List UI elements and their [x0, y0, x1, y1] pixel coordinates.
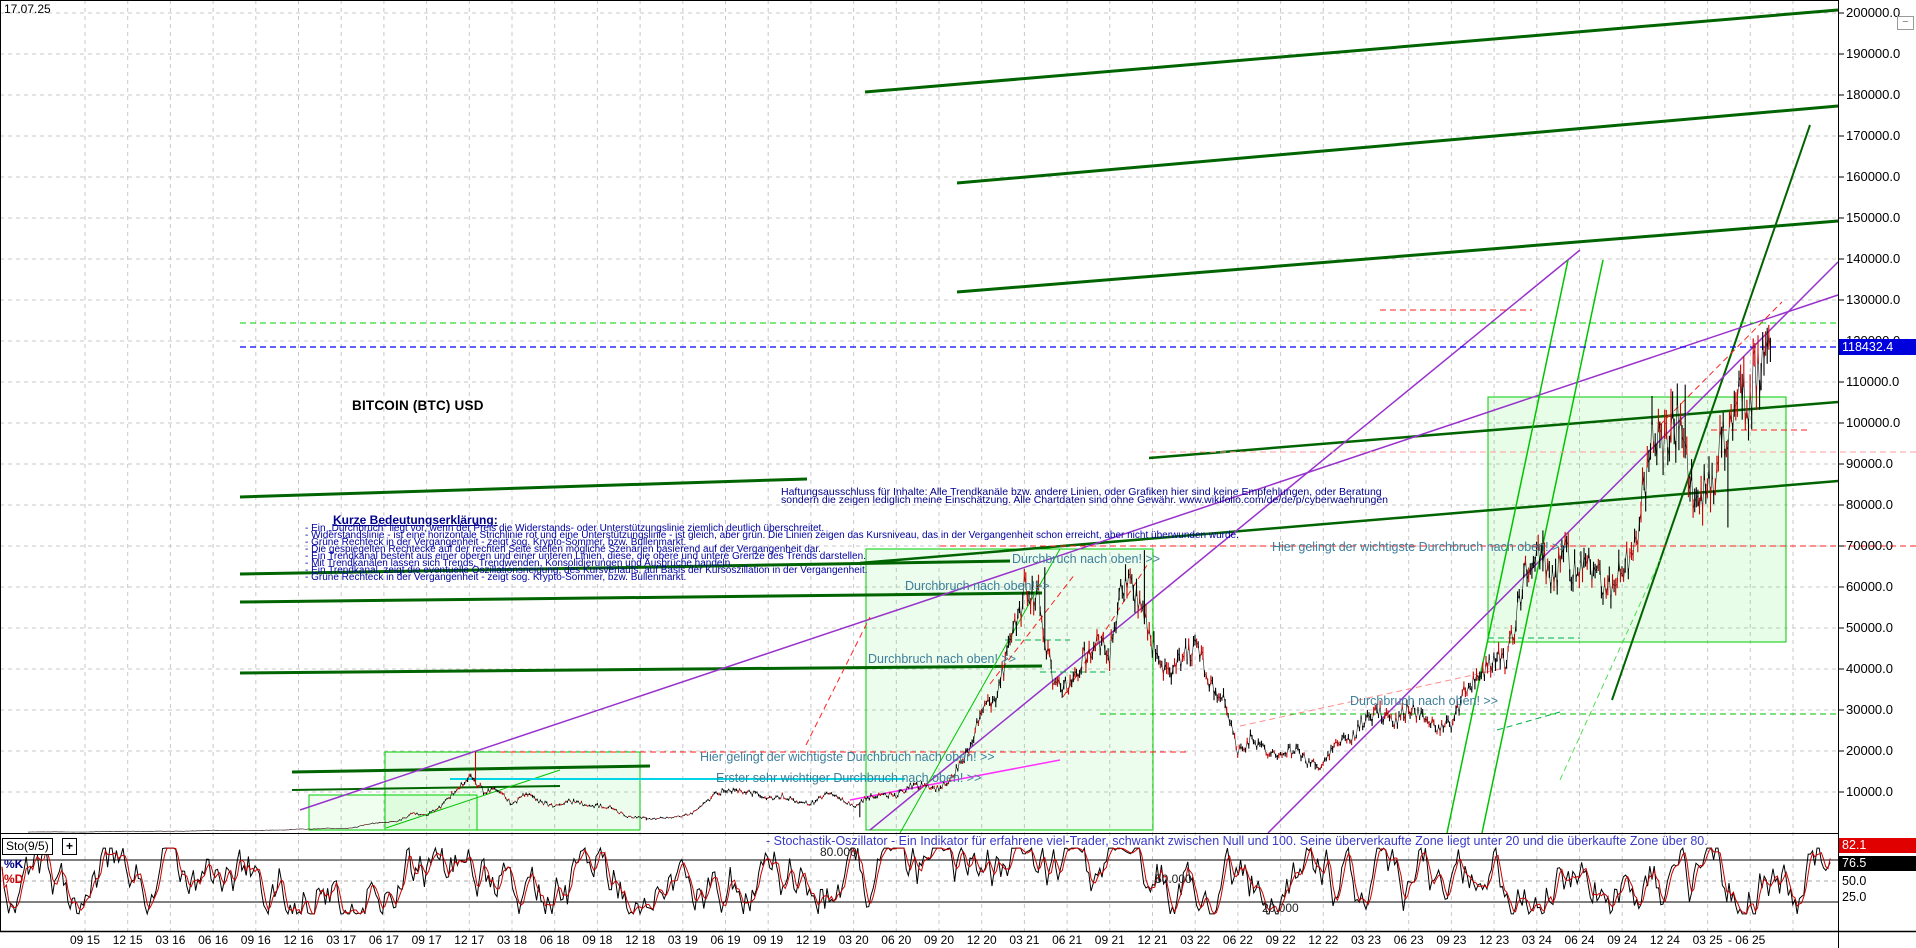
time-axis-label: 09 17 — [412, 933, 442, 947]
time-axis-label: 09 23 — [1436, 933, 1466, 947]
time-axis-label: 06 17 — [369, 933, 399, 947]
breakout-annotation: Hier gelingt der wichtigste Durchbruch n… — [700, 750, 995, 764]
stochastic-indicator-label[interactable]: Sto(9/5) — [2, 838, 53, 855]
chart-symbol-title: BITCOIN (BTC) USD — [352, 398, 484, 413]
time-axis-label: 03 16 — [155, 933, 185, 947]
breakout-annotation: Durchbruch nach oben! >> — [1012, 552, 1160, 566]
time-axis-label: 09 19 — [753, 933, 783, 947]
time-axis-label: 12 15 — [113, 933, 143, 947]
time-axis-label: 09 24 — [1607, 933, 1637, 947]
breakout-annotation: Durchbruch nach oben! >> — [1350, 694, 1498, 708]
time-axis-label: 09 21 — [1095, 933, 1125, 947]
price-axis-label: 10000.0 — [1846, 784, 1893, 799]
price-axis-label: 60000.0 — [1846, 579, 1893, 594]
price-axis-label: 40000.0 — [1846, 661, 1893, 676]
time-axis-label: 06 22 — [1223, 933, 1253, 947]
time-axis-label: 12 18 — [625, 933, 655, 947]
breakout-annotation: Hier gelingt der wichtigste Durchbruch n… — [1272, 540, 1567, 554]
time-axis-label: 06 19 — [711, 933, 741, 947]
breakout-annotation: Erster sehr wichtiger Durchbruch nach ob… — [716, 771, 981, 785]
price-axis-label: 70000.0 — [1846, 538, 1893, 553]
time-axis-label: 09 18 — [582, 933, 612, 947]
chart-plot-surface[interactable] — [0, 0, 1916, 948]
price-axis-label: 190000.0 — [1846, 46, 1900, 61]
add-indicator-button[interactable]: + — [62, 838, 77, 855]
time-axis-label: 06 18 — [540, 933, 570, 947]
time-axis-label: 09 15 — [70, 933, 100, 947]
time-axis-label: 03 24 — [1522, 933, 1552, 947]
legend-line: - Grüne Rechteck in der Vergangenheit - … — [305, 573, 686, 583]
price-axis-label: 180000.0 — [1846, 87, 1900, 102]
price-axis-label: 150000.0 — [1846, 210, 1900, 225]
time-axis-label: 12 23 — [1479, 933, 1509, 947]
time-axis-label: 06 16 — [198, 933, 228, 947]
time-axis-label: 09 22 — [1266, 933, 1296, 947]
time-axis-label: 03 18 — [497, 933, 527, 947]
disclaimer-line-2: sondern die zeigen lediglich meine Einsc… — [781, 494, 1388, 506]
oscillator-level-label: 20.000 — [1262, 901, 1299, 915]
time-axis-label: 06 24 — [1565, 933, 1595, 947]
time-axis-label: 12 19 — [796, 933, 826, 947]
oscillator-description: - Stochastik-Oszillator - Ein Indikator … — [766, 834, 1708, 848]
price-axis-label: 90000.0 — [1846, 456, 1893, 471]
chart-date: 17.07.25 — [4, 2, 51, 16]
price-axis-label: 160000.0 — [1846, 169, 1900, 184]
price-axis-label: 110000.0 — [1846, 374, 1899, 389]
time-axis-label: 03 21 — [1009, 933, 1039, 947]
percent-k-label: %K — [4, 857, 23, 871]
time-axis-label: 09 20 — [924, 933, 954, 947]
price-axis-label: 20000.0 — [1846, 743, 1893, 758]
time-axis-label: 12 22 — [1308, 933, 1338, 947]
time-axis-label: 06 21 — [1052, 933, 1082, 947]
time-axis-label: 03 17 — [326, 933, 356, 947]
price-axis-label: 130000.0 — [1846, 292, 1900, 307]
oscillator-axis-tag: 76.5 — [1839, 856, 1916, 871]
time-axis-label: 06 23 — [1394, 933, 1424, 947]
time-axis-label: 03 23 — [1351, 933, 1381, 947]
time-axis-label: 12 21 — [1138, 933, 1168, 947]
price-axis-label: 30000.0 — [1846, 702, 1893, 717]
time-axis-label: 03 22 — [1180, 933, 1210, 947]
price-axis-label: 80000.0 — [1846, 497, 1893, 512]
breakout-annotation: Durchbruch nach oben!>> — [905, 579, 1050, 593]
price-axis-label: 100000.0 — [1846, 415, 1900, 430]
price-axis-label: 170000.0 — [1846, 128, 1900, 143]
time-axis-label: 06 20 — [881, 933, 911, 947]
price-axis-label: 50000.0 — [1846, 620, 1893, 635]
time-axis-label: 12 17 — [454, 933, 484, 947]
chart-window: 17.07.25 BITCOIN (BTC) USD Kurze Bedeutu… — [0, 0, 1916, 948]
oscillator-axis-tag: 50.0 — [1839, 874, 1916, 889]
time-axis-label: 09 16 — [241, 933, 271, 947]
oscillator-axis-tag: 82.1 — [1839, 838, 1916, 853]
time-axis-label: 12 16 — [284, 933, 314, 947]
time-axis-trailing-dash: - — [1728, 933, 1732, 947]
current-price-tag: 118432.4 — [1839, 339, 1916, 355]
time-axis-label: 03 19 — [668, 933, 698, 947]
time-axis-label: 03 20 — [839, 933, 869, 947]
oscillator-level-label: 50.000 — [1155, 872, 1192, 886]
minimize-icon[interactable]: − — [1897, 16, 1914, 30]
time-axis-label: 12 24 — [1650, 933, 1680, 947]
time-axis-label: 12 20 — [967, 933, 997, 947]
time-axis-label: 06 25 — [1735, 933, 1765, 947]
percent-d-label: %D — [4, 872, 23, 886]
breakout-annotation: Durchbruch nach oben! >> — [868, 652, 1016, 666]
time-axis-label: 03 25 — [1693, 933, 1723, 947]
oscillator-axis-tag: 25.0 — [1839, 890, 1916, 905]
price-axis-label: 200000.0 — [1846, 5, 1900, 20]
price-axis-label: 140000.0 — [1846, 251, 1900, 266]
